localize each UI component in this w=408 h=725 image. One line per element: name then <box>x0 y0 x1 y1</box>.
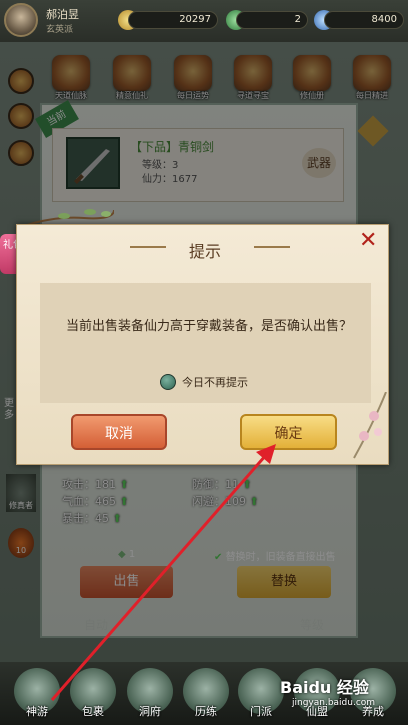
player-name: 郝泊昱 <box>46 8 79 21</box>
gold-amount: 20297 <box>128 11 218 29</box>
jade-amount: 2 <box>236 11 308 29</box>
crystal-amount: 8400 <box>324 11 404 29</box>
dont-remind-checkbox[interactable] <box>160 374 176 390</box>
watermark-url: jingyan.baidu.com <box>292 698 376 708</box>
close-icon[interactable]: ✕ <box>359 230 377 252</box>
flower-decoration <box>334 391 390 462</box>
player-sect: 玄英派 <box>46 25 74 35</box>
nav-label-2[interactable]: 洞府 <box>122 703 178 719</box>
cancel-button[interactable]: 取消 <box>71 414 167 450</box>
player-avatar[interactable] <box>4 3 38 37</box>
nav-label-3[interactable]: 历练 <box>178 703 234 719</box>
confirm-button[interactable]: 确定 <box>240 414 337 450</box>
nav-label-4[interactable]: 门派 <box>233 703 289 719</box>
dialog-message: 当前出售装备仙力高于穿戴装备，是否确认出售？ <box>65 319 352 334</box>
dont-remind-label[interactable]: 今日不再提示 <box>182 374 248 390</box>
dialog-title: 提示 <box>188 242 221 261</box>
title-ornament-right <box>254 246 290 248</box>
nav-label-0[interactable]: 神游 <box>9 703 65 719</box>
watermark: Baidu 经验 <box>280 678 369 697</box>
nav-label-1[interactable]: 包裹 <box>65 703 121 719</box>
